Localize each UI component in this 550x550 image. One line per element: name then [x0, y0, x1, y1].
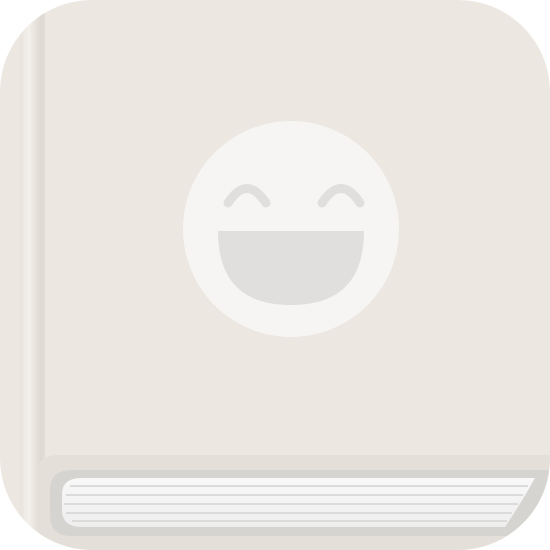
book-app-icon: [0, 0, 550, 550]
smiley-face-icon: [183, 121, 399, 337]
book-icon: [0, 0, 550, 550]
